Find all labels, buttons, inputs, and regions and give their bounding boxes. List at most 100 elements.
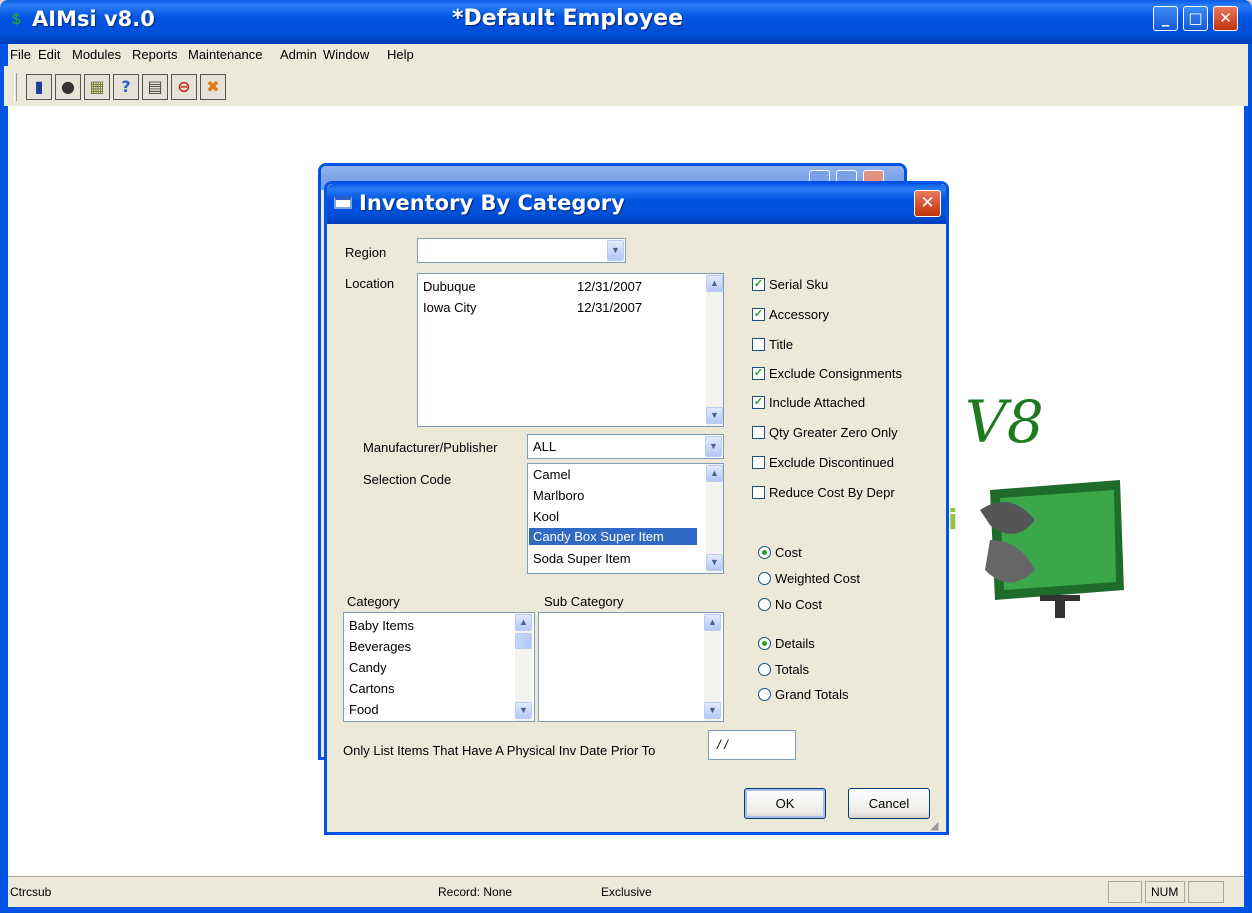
list-item[interactable]: Soda Super Item <box>533 551 631 566</box>
location-date[interactable]: 12/31/2007 <box>577 279 642 294</box>
chevron-down-icon[interactable]: ▼ <box>705 436 722 457</box>
list-item[interactable]: Baby Items <box>349 618 414 633</box>
checkbox-label: Include Attached <box>769 395 866 410</box>
window-frame-left <box>0 44 8 913</box>
reduce-cost-checkbox[interactable] <box>752 486 765 499</box>
menu-window[interactable]: Window <box>323 47 369 62</box>
checkbox-label: Reduce Cost By Depr <box>769 485 895 500</box>
list-item[interactable]: Beverages <box>349 639 411 654</box>
logo-v8: V8 <box>965 388 1044 456</box>
list-item[interactable]: Food <box>349 702 379 717</box>
status-pane-num: NUM <box>1145 881 1185 903</box>
list-item[interactable]: Camel <box>533 467 571 482</box>
scroll-up-icon[interactable]: ▲ <box>706 275 723 292</box>
title-checkbox[interactable] <box>752 338 765 351</box>
exclude-discontinued-checkbox[interactable] <box>752 456 765 469</box>
menu-modules[interactable]: Modules <box>72 47 121 62</box>
sub-category-list[interactable]: ▲ ▼ <box>538 612 724 722</box>
grand-totals-radio[interactable] <box>758 688 771 701</box>
printer-icon[interactable]: ▤ <box>142 74 168 100</box>
exit-icon[interactable]: ✖ <box>200 74 226 100</box>
physical-date-value: / / <box>717 737 728 752</box>
radio-label: Cost <box>775 545 802 560</box>
scroll-thumb[interactable] <box>515 633 532 649</box>
scroll-up-icon[interactable]: ▲ <box>704 614 721 631</box>
scroll-down-icon[interactable]: ▼ <box>515 702 532 719</box>
selection-code-list[interactable]: Camel Marlboro Kool Candy Box Super Item… <box>527 463 724 574</box>
list-item[interactable]: Marlboro <box>533 488 584 503</box>
chevron-down-icon[interactable]: ▼ <box>607 240 624 261</box>
sub-category-scrollbar[interactable]: ▲ ▼ <box>704 613 721 721</box>
dialog-close-button[interactable]: ✕ <box>914 190 941 217</box>
menu-help[interactable]: Help <box>387 47 414 62</box>
new-document-icon[interactable]: ▮ <box>26 74 52 100</box>
serial-sku-checkbox[interactable]: ✓ <box>752 278 765 291</box>
list-item[interactable]: Kool <box>533 509 559 524</box>
location-name[interactable]: Dubuque <box>423 279 476 294</box>
menu-maintenance[interactable]: Maintenance <box>188 47 262 62</box>
category-list[interactable]: Baby Items Beverages Candy Cartons Food … <box>343 612 535 722</box>
minimize-button[interactable]: _ <box>1153 6 1178 31</box>
scroll-down-icon[interactable]: ▼ <box>706 554 723 571</box>
dialog-title: Inventory By Category <box>359 191 625 215</box>
details-radio[interactable] <box>758 637 771 650</box>
list-item-selected[interactable]: Candy Box Super Item <box>529 528 697 545</box>
location-name[interactable]: Iowa City <box>423 300 476 315</box>
monitor-logo-icon <box>980 480 1124 618</box>
cancel-button[interactable]: Cancel <box>848 788 930 819</box>
picture-icon[interactable]: ▦ <box>84 74 110 100</box>
scroll-up-icon[interactable]: ▲ <box>515 614 532 631</box>
totals-radio[interactable] <box>758 663 771 676</box>
logo-accent-letter: i <box>948 503 958 536</box>
status-bar: Ctrcsub Record: None Exclusive NUM <box>8 876 1244 907</box>
menu-file[interactable]: File <box>10 47 31 62</box>
radio-label: No Cost <box>775 597 822 612</box>
category-scrollbar[interactable]: ▲ ▼ <box>515 613 532 721</box>
radio-label: Details <box>775 636 815 651</box>
menu-reports[interactable]: Reports <box>132 47 178 62</box>
stop-icon[interactable]: ⊖ <box>171 74 197 100</box>
cost-radio[interactable] <box>758 546 771 559</box>
app-title: AIMsi v8.0 <box>32 7 155 31</box>
checkbox-label: Title <box>769 337 794 352</box>
close-button[interactable]: ✕ <box>1213 6 1238 31</box>
resize-grip-icon[interactable]: ◢ <box>930 819 938 832</box>
bomb-icon[interactable]: ● <box>55 74 81 100</box>
manufacturer-select[interactable]: ALL ▼ <box>527 434 724 459</box>
scroll-up-icon[interactable]: ▲ <box>706 465 723 482</box>
location-scrollbar[interactable]: ▲ ▼ <box>706 274 723 426</box>
location-date[interactable]: 12/31/2007 <box>577 300 642 315</box>
physical-date-input[interactable]: / / <box>708 730 796 760</box>
scroll-down-icon[interactable]: ▼ <box>704 702 721 719</box>
manufacturer-value: ALL <box>533 439 557 454</box>
weighted-cost-radio[interactable] <box>758 572 771 585</box>
physical-date-label: Only List Items That Have A Physical Inv… <box>343 743 656 758</box>
scroll-down-icon[interactable]: ▼ <box>706 407 723 424</box>
no-cost-radio[interactable] <box>758 598 771 611</box>
include-attached-checkbox[interactable]: ✓ <box>752 396 765 409</box>
toolbar: ▮ ● ▦ ? ▤ ⊖ ✖ <box>4 66 1248 106</box>
exclude-consignments-checkbox[interactable]: ✓ <box>752 367 765 380</box>
region-select[interactable]: ▼ <box>417 238 626 263</box>
qty-greater-zero-checkbox[interactable] <box>752 426 765 439</box>
status-mode: Exclusive <box>601 885 652 899</box>
menu-admin[interactable]: Admin <box>280 47 317 62</box>
help-icon[interactable]: ? <box>113 74 139 100</box>
radio-label: Grand Totals <box>775 687 849 702</box>
list-item[interactable]: Candy <box>349 660 387 675</box>
sub-category-label: Sub Category <box>544 594 624 609</box>
main-titlebar[interactable]: $ AIMsi v8.0 *Default Employee _ □ ✕ <box>0 0 1252 44</box>
toolbar-grip[interactable] <box>14 73 17 101</box>
dialog-titlebar[interactable]: Inventory By Category ✕ <box>327 184 946 224</box>
ok-button[interactable]: OK <box>744 788 826 819</box>
selection-code-label: Selection Code <box>363 472 452 487</box>
location-list[interactable]: Dubuque 12/31/2007 Iowa City 12/31/2007 … <box>417 273 724 427</box>
list-item[interactable]: Cartons <box>349 681 395 696</box>
status-pane <box>1108 881 1142 903</box>
maximize-button[interactable]: □ <box>1183 6 1208 31</box>
menu-edit[interactable]: Edit <box>38 47 60 62</box>
status-record: Record: None <box>438 885 513 899</box>
selection-code-scrollbar[interactable]: ▲ ▼ <box>706 464 723 573</box>
checkbox-label: Exclude Discontinued <box>769 455 895 470</box>
accessory-checkbox[interactable]: ✓ <box>752 308 765 321</box>
